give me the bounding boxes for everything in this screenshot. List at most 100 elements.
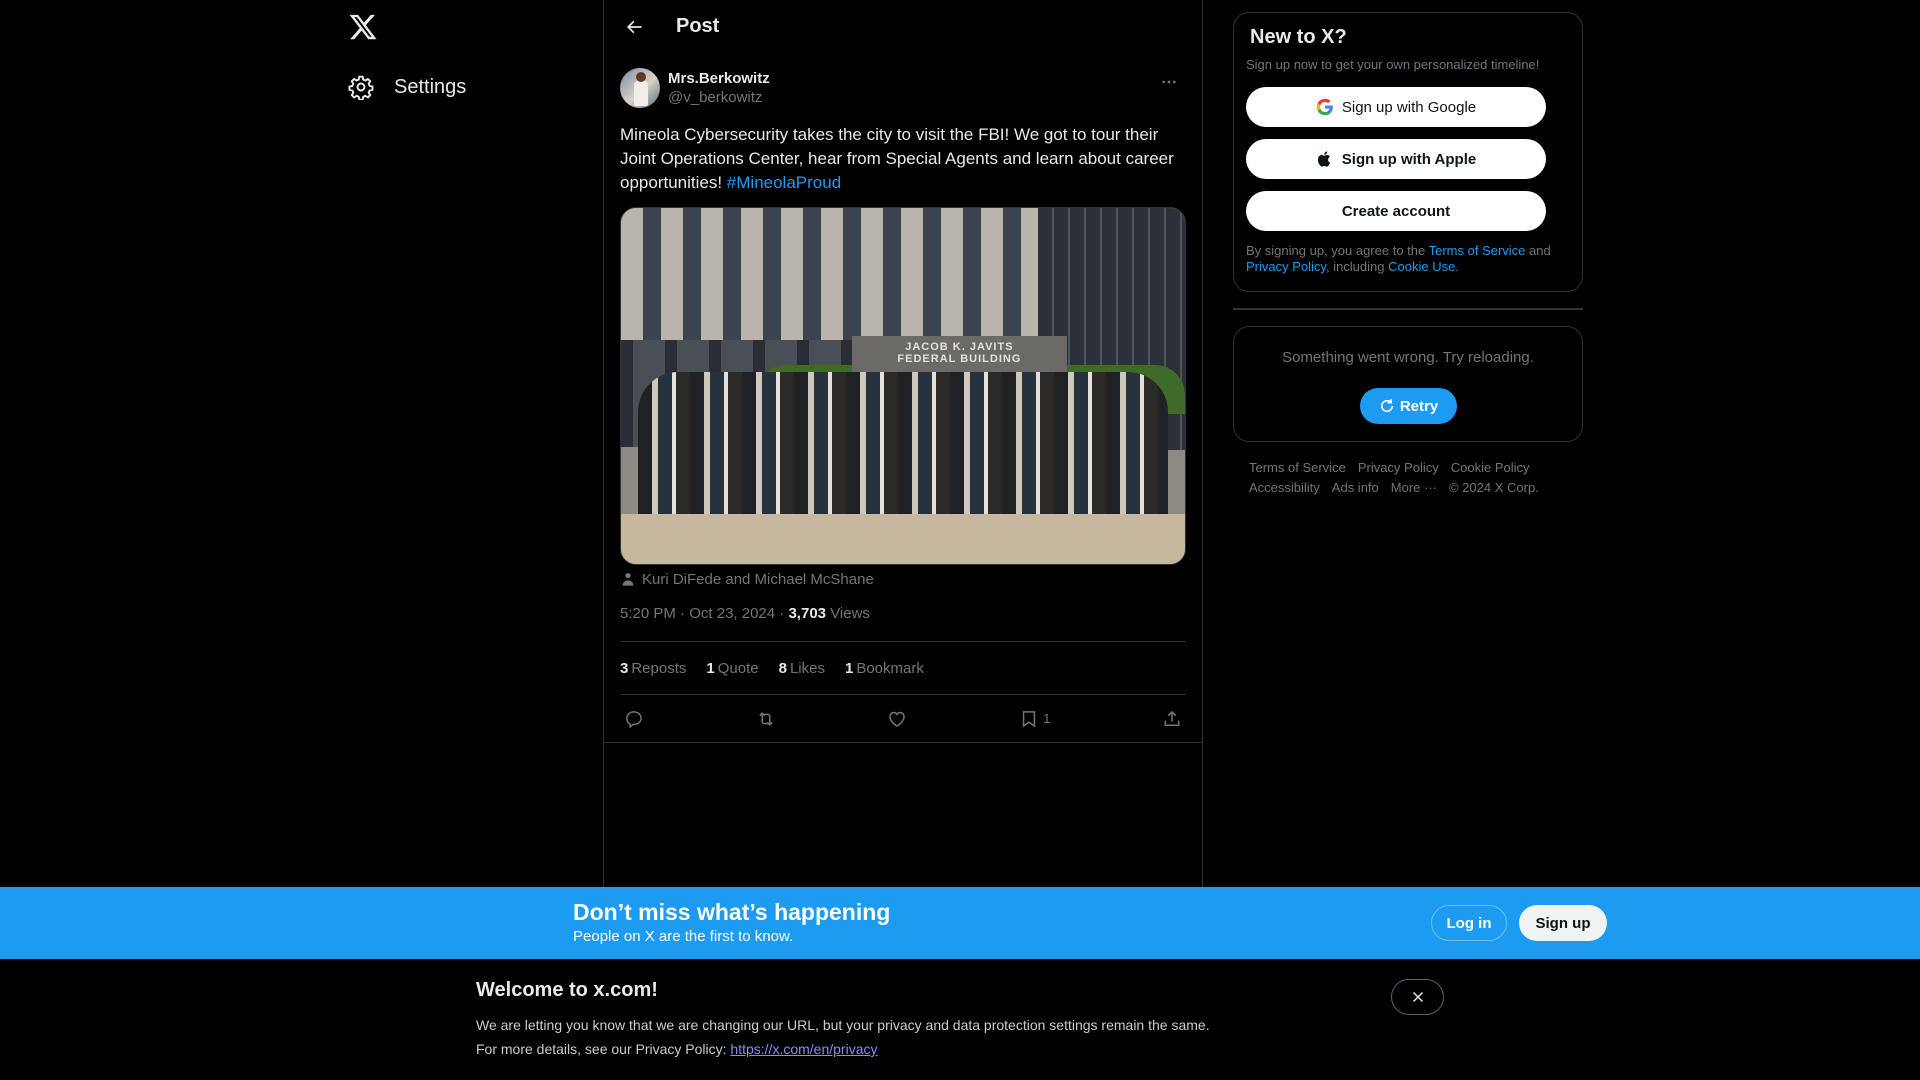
more-options-button[interactable] [1152, 69, 1186, 95]
repost-button[interactable] [756, 709, 776, 729]
retry-label: Retry [1399, 397, 1439, 415]
privacy-policy-url-link[interactable]: https://x.com/en/privacy [730, 1041, 877, 1057]
post-stats: 3 Reposts 1 Quote 8 Likes 1 Bookmark [620, 641, 1186, 695]
welcome-title: Welcome to x.com! [476, 979, 658, 1001]
privacy-link[interactable]: Privacy Policy [1246, 259, 1326, 274]
heart-icon [889, 711, 906, 727]
welcome-notice: Welcome to x.com! We are letting you kno… [0, 959, 1920, 1080]
terms-link[interactable]: Terms of Service [1429, 243, 1526, 258]
avatar[interactable] [620, 68, 660, 108]
signup-card-title: New to X? [1250, 26, 1347, 48]
post-text: Mineola Cybersecurity takes the city to … [620, 123, 1190, 195]
post-time[interactable]: 5:20 PM [620, 605, 676, 622]
stat-label: Quote [717, 659, 759, 677]
retry-button[interactable]: Retry [1359, 388, 1457, 424]
banner-title: Don’t miss what’s happening [573, 899, 891, 925]
login-button[interactable]: Log in [1431, 905, 1507, 941]
signup-google-label: Sign up with Google [1341, 98, 1477, 116]
stat-count: 8 [778, 659, 787, 677]
nav-settings-label: Settings [394, 75, 467, 98]
arrow-left-icon [626, 20, 642, 33]
footer-privacy[interactable]: Privacy Policy [1358, 460, 1439, 475]
post-date[interactable]: Oct 23, 2024 [689, 605, 775, 622]
stat-count: 3 [620, 659, 629, 677]
stat-reposts[interactable]: 3 Reposts [620, 660, 686, 677]
sidebar-divider [1233, 308, 1583, 310]
stat-quotes[interactable]: 1 Quote [706, 660, 758, 677]
cookie-use-link[interactable]: Cookie Use. [1388, 259, 1459, 274]
legal-and: and [1525, 243, 1551, 258]
page-title: Post [676, 15, 720, 37]
stat-count: 1 [844, 659, 854, 677]
repost-icon [758, 711, 773, 726]
reply-button[interactable] [624, 709, 644, 729]
stat-label: Bookmark [856, 659, 924, 677]
footer-more[interactable]: More ··· [1391, 480, 1437, 495]
signup-apple-button[interactable]: Sign up with Apple [1246, 139, 1546, 179]
media-tags[interactable]: Kuri DiFede and Michael McShane [620, 569, 1186, 589]
right-sidebar: New to X? Sign up now to get your own pe… [1233, 12, 1583, 498]
image-building-facade [621, 208, 1050, 340]
legal-including: , including [1325, 259, 1389, 274]
welcome-privacy-prefix: For more details, see our Privacy Policy… [476, 1041, 731, 1057]
google-logo-icon [1316, 98, 1333, 116]
create-account-button[interactable]: Create account [1246, 191, 1546, 231]
hashtag-link[interactable]: #MineolaProud [727, 173, 841, 192]
views-label: Views [830, 605, 870, 622]
legal-prefix: By signing up, you agree to the [1246, 243, 1429, 258]
copyright: © 2024 X Corp. [1449, 480, 1539, 495]
apple-logo-icon [1317, 151, 1330, 167]
more-dots-icon [1162, 80, 1176, 84]
footer-cookie[interactable]: Cookie Policy [1451, 460, 1530, 475]
stat-likes[interactable]: 8 Likes [779, 660, 825, 677]
bookmark-button[interactable]: 1 [1019, 709, 1050, 729]
create-account-label: Create account [1341, 202, 1451, 220]
author-handle[interactable]: @v_berkowitz [668, 88, 770, 108]
signup-google-button[interactable]: Sign up with Google [1246, 87, 1546, 127]
sign-line-1: JACOB K. JAVITS [905, 341, 1014, 354]
close-welcome-button[interactable] [1391, 979, 1444, 1015]
signup-button[interactable]: Sign up [1519, 905, 1607, 941]
sign-line-2: FEDERAL BUILDING [897, 353, 1022, 366]
tagged-people: Kuri DiFede and Michael McShane [642, 570, 874, 588]
post-body: Mineola Cybersecurity takes the city to … [620, 125, 1174, 192]
views-count: 3,703 [788, 605, 827, 622]
nav-settings[interactable]: Settings [348, 70, 466, 104]
signup-card-subtitle: Sign up now to get your own personalized… [1246, 57, 1540, 72]
post-image[interactable]: JACOB K. JAVITS FEDERAL BUILDING [620, 207, 1186, 565]
error-card: Something went wrong. Try reloading. Ret… [1233, 326, 1583, 442]
reply-icon [626, 710, 642, 729]
image-building-sign: JACOB K. JAVITS FEDERAL BUILDING [852, 336, 1067, 372]
image-sidewalk [621, 514, 1185, 564]
footer-links: Terms of Service Privacy Policy Cookie Pol… [1233, 458, 1583, 498]
signup-card: New to X? Sign up now to get your own pe… [1233, 12, 1583, 292]
post-author: Mrs.Berkowitz @v_berkowitz [620, 65, 1186, 111]
author-name[interactable]: Mrs.Berkowitz [668, 69, 770, 88]
post-actions: 1 [604, 695, 1202, 743]
welcome-privacy-line: For more details, see our Privacy Policy… [476, 1041, 877, 1057]
footer-accessibility[interactable]: Accessibility [1249, 480, 1320, 495]
signup-apple-label: Sign up with Apple [1341, 150, 1477, 168]
signup-banner: Don’t miss what’s happening People on X … [0, 887, 1920, 959]
post: Mrs.Berkowitz @v_berkowitz Mineola Cyber… [604, 65, 1202, 743]
welcome-message: We are letting you know that we are chan… [476, 1017, 1210, 1033]
stat-count: 1 [706, 659, 715, 677]
banner-subtitle: People on X are the first to know. [573, 928, 794, 945]
person-icon [622, 573, 634, 586]
signup-legal-text: By signing up, you agree to the Terms of… [1246, 243, 1570, 275]
x-logo-icon[interactable] [348, 12, 378, 42]
back-button[interactable] [620, 13, 648, 41]
stat-label: Likes [789, 659, 825, 677]
bookmark-icon [1022, 710, 1036, 728]
stat-bookmarks[interactable]: 1 Bookmark [845, 660, 924, 677]
footer-ads-info[interactable]: Ads info [1332, 480, 1379, 495]
gear-icon [348, 75, 374, 100]
close-icon [1412, 991, 1423, 1003]
like-button[interactable] [887, 709, 907, 729]
share-button[interactable] [1162, 709, 1182, 729]
share-icon [1164, 710, 1180, 726]
error-message: Something went wrong. Try reloading. [1282, 349, 1534, 366]
footer-terms[interactable]: Terms of Service [1249, 460, 1346, 475]
image-group-of-people [637, 371, 1169, 522]
bookmark-count: 1 [1043, 711, 1051, 726]
